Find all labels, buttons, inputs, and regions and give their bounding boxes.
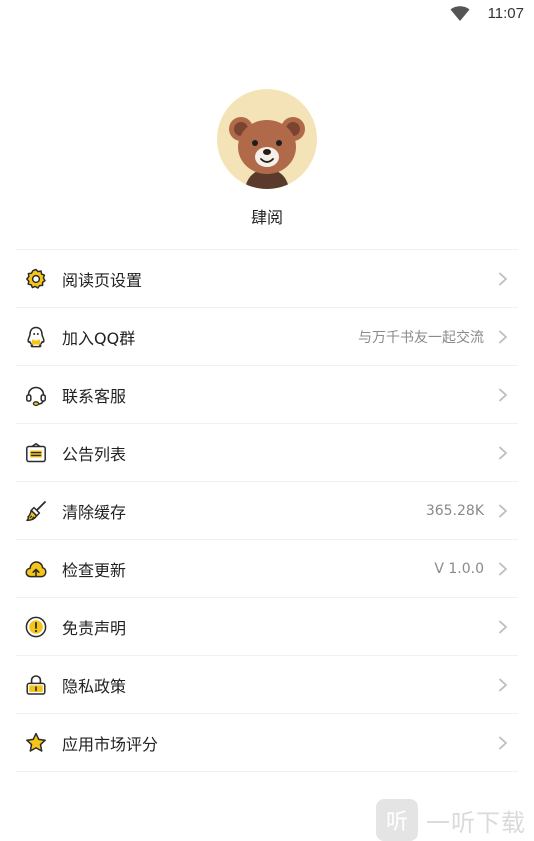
chevron-right-icon — [499, 678, 507, 691]
chevron-right-icon — [499, 736, 507, 749]
qq-penguin-icon — [24, 325, 48, 349]
profile-section: 肆阅 — [0, 89, 534, 228]
broom-icon — [24, 499, 48, 523]
settings-gear-icon — [24, 267, 48, 291]
chevron-right-icon — [499, 330, 507, 343]
menu-item-label: 联系客服 — [62, 386, 127, 406]
menu-item-label: 检查更新 — [62, 560, 127, 580]
menu-item-reading-settings[interactable]: 阅读页设置 — [16, 250, 518, 308]
menu-item-privacy-policy[interactable]: 隐私政策 — [16, 656, 518, 714]
watermark: 听 一听下载 — [376, 799, 526, 841]
menu-item-label: 免责声明 — [62, 618, 127, 638]
chevron-right-icon — [499, 388, 507, 401]
menu-item-label: 应用市场评分 — [62, 734, 159, 754]
menu-item-label: 阅读页设置 — [62, 270, 143, 290]
app-version-value: V 1.0.0 — [434, 560, 484, 577]
menu-item-label: 隐私政策 — [62, 676, 127, 696]
watermark-text: 一听下载 — [426, 808, 526, 837]
star-icon — [24, 731, 48, 755]
wifi-icon — [450, 6, 470, 21]
chevron-right-icon — [499, 272, 507, 285]
headset-icon — [24, 383, 48, 407]
menu-item-app-store-rating[interactable]: 应用市场评分 — [16, 714, 518, 772]
watermark-logo: 听 — [376, 799, 418, 841]
username: 肆阅 — [250, 208, 283, 227]
menu-item-label: 加入QQ群 — [62, 328, 136, 348]
settings-menu: 阅读页设置 加入QQ群 与万千书友一起交流 联系客服 公告列表 清除缓存 365… — [16, 249, 518, 772]
chevron-right-icon — [499, 620, 507, 633]
cloud-upload-icon — [24, 557, 48, 581]
exclamation-icon — [24, 615, 48, 639]
menu-item-label: 公告列表 — [62, 444, 127, 464]
chevron-right-icon — [499, 562, 507, 575]
announcement-icon — [24, 441, 48, 465]
chevron-right-icon — [499, 504, 507, 517]
bear-avatar-icon[interactable] — [217, 89, 317, 189]
menu-item-value: 与万千书友一起交流 — [358, 329, 484, 346]
status-bar: 11:07 — [0, 0, 534, 30]
menu-item-join-qq-group[interactable]: 加入QQ群 与万千书友一起交流 — [16, 308, 518, 366]
menu-item-clear-cache[interactable]: 清除缓存 365.28K — [16, 482, 518, 540]
menu-item-disclaimer[interactable]: 免责声明 — [16, 598, 518, 656]
menu-item-announcements[interactable]: 公告列表 — [16, 424, 518, 482]
menu-item-check-update[interactable]: 检查更新 V 1.0.0 — [16, 540, 518, 598]
menu-item-label: 清除缓存 — [62, 502, 127, 522]
lock-icon — [24, 673, 48, 697]
menu-item-customer-service[interactable]: 联系客服 — [16, 366, 518, 424]
status-time: 11:07 — [487, 5, 524, 22]
chevron-right-icon — [499, 446, 507, 459]
cache-size-value: 365.28K — [425, 502, 484, 519]
